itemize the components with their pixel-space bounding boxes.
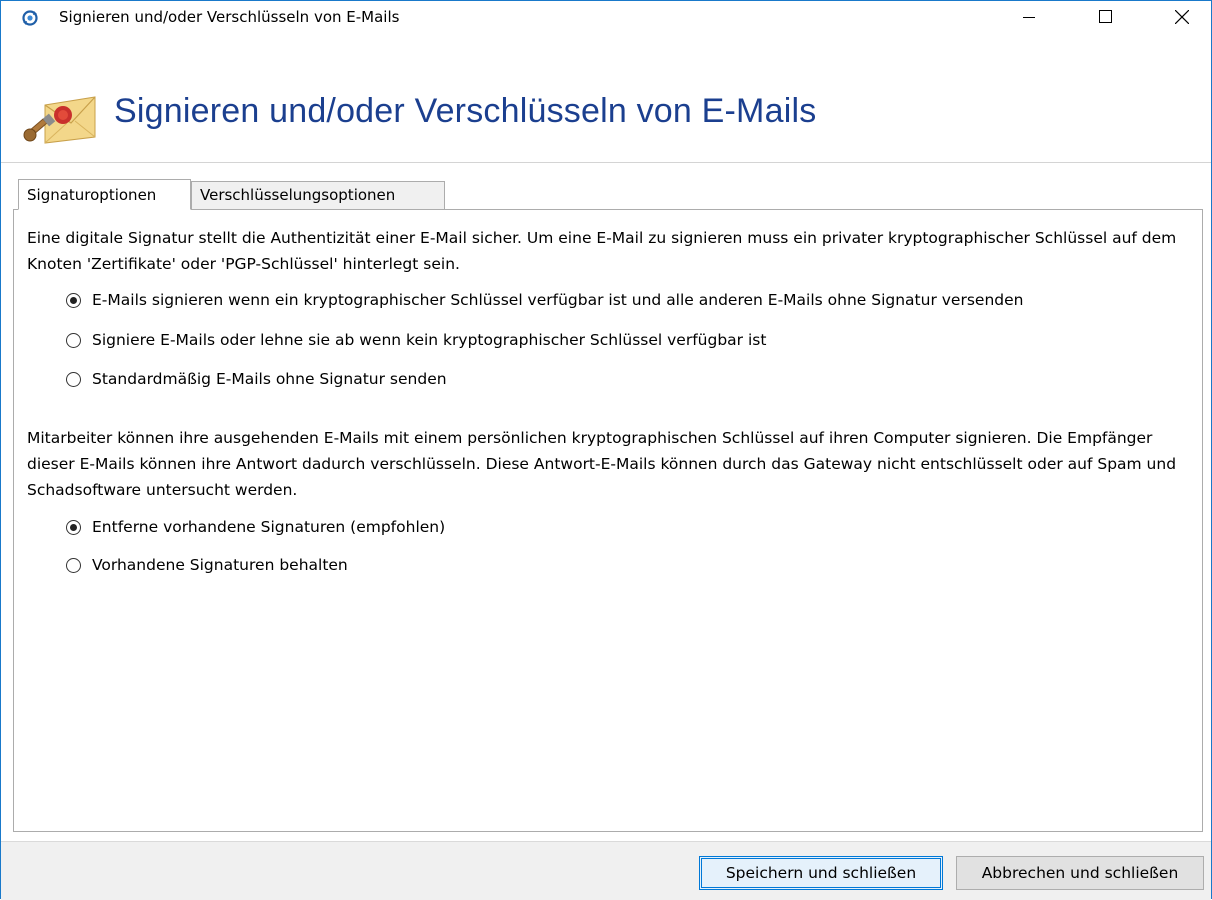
tab-panel: Eine digitale Signatur stellt die Authen… bbox=[13, 209, 1203, 832]
minimize-button[interactable] bbox=[1006, 1, 1052, 32]
existing-signatures-description: Mitarbeiter können ihre ausgehenden E-Ma… bbox=[27, 429, 1177, 499]
close-button[interactable] bbox=[1159, 1, 1205, 32]
radio-label: Entferne vorhandene Signaturen (empfohle… bbox=[92, 518, 446, 536]
dialog-footer: Speichern und schließen Abbrechen und sc… bbox=[1, 841, 1211, 900]
radio-label: E-Mails signieren wenn ein kryptographis… bbox=[92, 291, 1024, 309]
radio-button[interactable] bbox=[66, 557, 81, 573]
sealed-envelope-icon bbox=[23, 79, 97, 147]
page-title: Signieren und/oder Verschlüsseln von E-M… bbox=[114, 92, 817, 130]
radio-option-remove-signatures[interactable]: Entferne vorhandene Signaturen (empfohle… bbox=[66, 515, 445, 539]
radio-button[interactable] bbox=[66, 519, 81, 535]
cancel-and-close-button[interactable]: Abbrechen und schließen bbox=[956, 856, 1204, 890]
radio-label: Standardmäßig E-Mails ohne Signatur send… bbox=[92, 370, 447, 388]
close-icon bbox=[1175, 9, 1189, 24]
window-title: Signieren und/oder Verschlüsseln von E-M… bbox=[59, 8, 400, 26]
signature-description: Eine digitale Signatur stellt die Authen… bbox=[27, 229, 1177, 273]
radio-option-keep-signatures[interactable]: Vorhandene Signaturen behalten bbox=[66, 553, 348, 577]
minimize-icon bbox=[1023, 16, 1035, 18]
maximize-button[interactable] bbox=[1082, 1, 1128, 32]
title-bar: Signieren und/oder Verschlüsseln von E-M… bbox=[1, 1, 1211, 32]
radio-option-no-signature[interactable]: Standardmäßig E-Mails ohne Signatur send… bbox=[66, 367, 447, 391]
tab-verschluesselungsoptionen[interactable]: Verschlüsselungsoptionen bbox=[191, 181, 445, 210]
radio-button[interactable] bbox=[66, 332, 81, 348]
radio-button[interactable] bbox=[66, 371, 81, 387]
radio-label: Signiere E-Mails oder lehne sie ab wenn … bbox=[92, 331, 767, 349]
radio-label: Vorhandene Signaturen behalten bbox=[92, 556, 348, 574]
radio-option-sign-if-available[interactable]: E-Mails signieren wenn ein kryptographis… bbox=[66, 288, 1023, 312]
radio-option-sign-or-reject[interactable]: Signiere E-Mails oder lehne sie ab wenn … bbox=[66, 328, 766, 352]
dialog-window: Signieren und/oder Verschlüsseln von E-M… bbox=[0, 0, 1212, 900]
maximize-icon bbox=[1098, 10, 1112, 23]
radio-button[interactable] bbox=[66, 292, 81, 308]
save-and-close-button[interactable]: Speichern und schließen bbox=[699, 856, 943, 890]
dialog-header: Signieren und/oder Verschlüsseln von E-M… bbox=[1, 32, 1211, 163]
tab-signaturoptionen[interactable]: Signaturoptionen bbox=[18, 179, 191, 210]
app-icon bbox=[21, 9, 39, 27]
